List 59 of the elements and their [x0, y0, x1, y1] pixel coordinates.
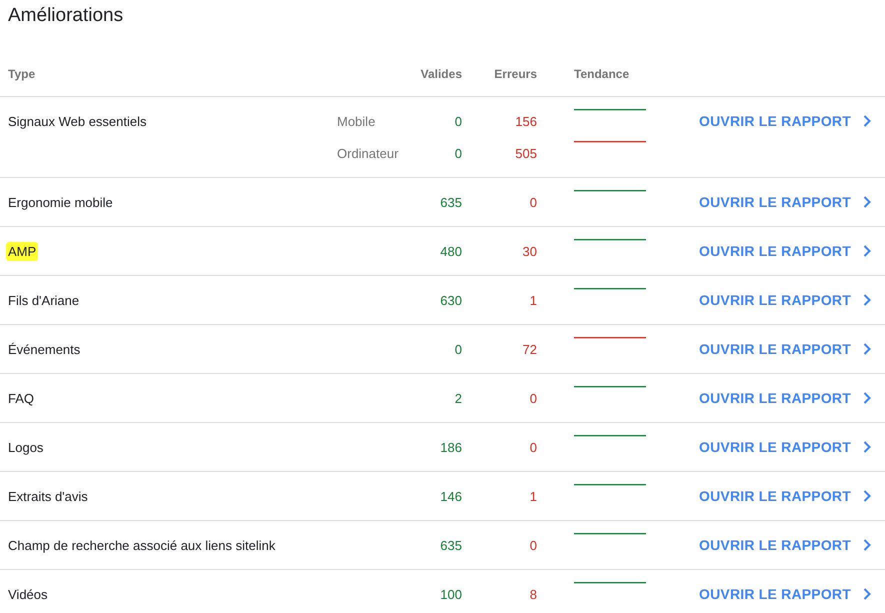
table-cell-text: 186: [439, 440, 462, 454]
chevron-right-icon: [863, 588, 871, 600]
table-cell-text: 0: [454, 342, 462, 356]
chevron-right-icon: [863, 196, 871, 208]
table-cell: Fils d'Ariane: [8, 292, 80, 308]
open-report-button[interactable]: OUVRIR LE RAPPORT: [699, 582, 871, 606]
chevron-right-icon: [863, 245, 871, 257]
chevron-right-icon: [863, 539, 871, 551]
table-cell-text: 72: [522, 342, 537, 356]
table-cell: Champ de recherche associé aux liens sitelink: [8, 538, 276, 552]
table-cell-text: 0: [528, 538, 537, 552]
chevron-right-icon: [863, 392, 871, 404]
table-cell-text: 505: [514, 146, 537, 160]
table-cell-text: 0: [454, 146, 462, 160]
table-cell: AMP: [6, 242, 38, 260]
table-cell-text: 1: [528, 488, 537, 504]
table-cell: Ergonomie mobile: [8, 194, 113, 210]
table-cell-text: 0: [528, 390, 537, 406]
table-cell-text: 30: [522, 244, 537, 258]
table-cell-text: Ordinateur: [337, 146, 400, 160]
column-header: Valides: [420, 67, 462, 81]
table-cell: Extraits d'avis: [8, 488, 88, 504]
table-cell-text: 2: [454, 390, 462, 406]
open-report-button[interactable]: OUVRIR LE RAPPORT: [699, 386, 871, 410]
table-cell: Logos: [8, 440, 44, 454]
open-report-button[interactable]: OUVRIR LE RAPPORT: [699, 337, 871, 361]
page-title: Améliorations: [7, 4, 124, 28]
table-cell-text: 146: [439, 488, 462, 504]
table-cell-text: 635: [439, 538, 462, 552]
table-cell-text: 0: [528, 440, 537, 454]
table-cell-text: 0: [454, 114, 462, 128]
table-cell-text: 0: [528, 194, 537, 210]
chevron-right-icon: [863, 294, 871, 306]
table-cell: Vidéos: [8, 586, 48, 602]
column-header: Tendance: [574, 67, 630, 81]
chevron-right-icon: [863, 115, 871, 127]
column-header: Type: [8, 67, 36, 81]
open-report-button[interactable]: OUVRIR LE RAPPORT: [699, 190, 871, 214]
open-report-button[interactable]: OUVRIR LE RAPPORT: [699, 484, 871, 508]
open-report-button[interactable]: OUVRIR LE RAPPORT: [699, 239, 871, 263]
table-cell: FAQ: [8, 390, 34, 406]
open-report-button[interactable]: OUVRIR LE RAPPORT: [699, 109, 871, 133]
table-cell-text: Mobile: [337, 114, 376, 128]
table-cell-text: 480: [439, 244, 462, 258]
chevron-right-icon: [863, 490, 871, 502]
table-cell-text: 100: [439, 586, 462, 602]
table-cell-text: 156: [514, 114, 537, 128]
table-cell: Événements: [8, 342, 80, 356]
chevron-right-icon: [863, 441, 871, 453]
table-cell-text: 8: [528, 586, 537, 602]
table-cell-text: 630: [439, 292, 462, 308]
table-cell-text: 635: [439, 194, 462, 210]
open-report-button[interactable]: OUVRIR LE RAPPORT: [699, 288, 871, 312]
chevron-right-icon: [863, 343, 871, 355]
column-header: Erreurs: [493, 67, 537, 81]
table-cell: Signaux Web essentiels: [8, 114, 147, 128]
open-report-button[interactable]: OUVRIR LE RAPPORT: [699, 533, 871, 557]
table-cell-text: 1: [528, 292, 537, 308]
open-report-button[interactable]: OUVRIR LE RAPPORT: [699, 435, 871, 459]
